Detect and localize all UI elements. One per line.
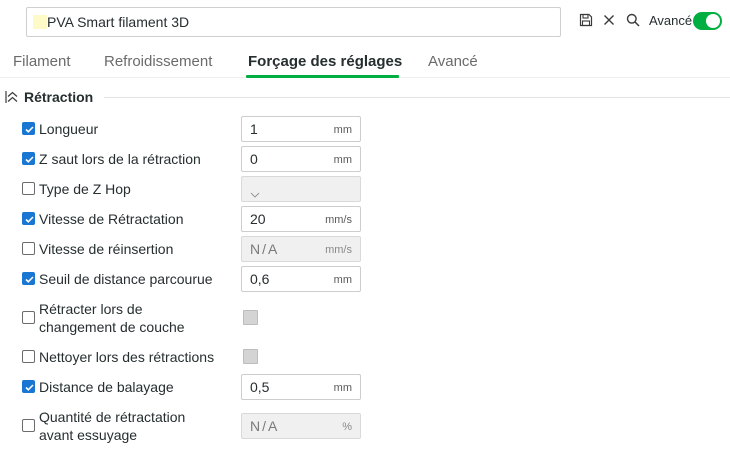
setting-label-line2: avant essuyage: [39, 427, 138, 443]
field-unit: %: [342, 421, 352, 433]
setting-row-z-hop-type: Type de Z Hop: [0, 176, 730, 202]
field-value: 0,5: [250, 379, 270, 395]
advanced-mode-toggle[interactable]: [693, 12, 722, 30]
setting-row-retract-layer-change: Rétracter lors de changement de couche: [0, 299, 730, 337]
setting-row-wipe-distance: Distance de balayage 0,5 mm: [0, 374, 730, 400]
section-retraction: Rétraction: [0, 86, 730, 108]
override-checkbox[interactable]: [22, 380, 35, 393]
collapse-icon[interactable]: [5, 90, 19, 104]
value-checkbox: [243, 310, 258, 325]
setting-row-deretraction-speed: Vitesse de réinsertion N/A mm/s: [0, 236, 730, 262]
active-tab-indicator: [246, 75, 399, 78]
settings-tabs: Filament Refroidissement Forçage des rég…: [0, 48, 730, 78]
z-hop-input[interactable]: 0 mm: [241, 146, 361, 172]
setting-label-line1: Rétracter lors de: [39, 301, 143, 317]
field-unit: mm: [333, 154, 352, 166]
field-value: 0: [250, 151, 258, 167]
override-checkbox[interactable]: [22, 212, 35, 225]
setting-row-travel-threshold: Seuil de distance parcourue 0,6 mm: [0, 266, 730, 292]
override-checkbox[interactable]: [22, 182, 35, 195]
section-divider: [104, 97, 730, 98]
override-checkbox[interactable]: [22, 272, 35, 285]
filament-color-swatch: [33, 15, 47, 29]
field-value: 1: [250, 121, 258, 137]
z-hop-type-select[interactable]: [241, 176, 361, 202]
setting-label-line1: Quantité de rétractation: [39, 409, 186, 425]
toggle-knob: [706, 14, 720, 28]
override-checkbox[interactable]: [22, 311, 35, 324]
setting-label: Type de Z Hop: [39, 181, 131, 197]
setting-label: Vitesse de Rétractation: [39, 211, 184, 227]
close-icon[interactable]: [602, 13, 616, 27]
search-icon[interactable]: [626, 13, 640, 27]
override-checkbox[interactable]: [22, 152, 35, 165]
tab-filament[interactable]: Filament: [13, 53, 71, 70]
field-unit: mm: [333, 274, 352, 286]
tab-setting-overrides[interactable]: Forçage des réglages: [248, 53, 402, 70]
value-checkbox: [243, 349, 258, 364]
preset-name: PVA Smart filament 3D: [47, 14, 190, 30]
field-unit: mm: [333, 124, 352, 136]
field-unit: mm/s: [325, 214, 352, 226]
chevron-down-icon: [250, 185, 260, 203]
setting-row-z-hop: Z saut lors de la rétraction 0 mm: [0, 146, 730, 172]
field-value: 0,6: [250, 271, 270, 287]
length-input[interactable]: 1 mm: [241, 116, 361, 142]
field-value: N/A: [250, 418, 280, 434]
setting-label: Distance de balayage: [39, 379, 174, 395]
setting-label-line2: changement de couche: [39, 319, 185, 335]
override-checkbox[interactable]: [22, 122, 35, 135]
override-checkbox[interactable]: [22, 350, 35, 363]
travel-threshold-input[interactable]: 0,6 mm: [241, 266, 361, 292]
field-unit: mm/s: [325, 244, 352, 256]
setting-row-length: Longueur 1 mm: [0, 116, 730, 142]
wipe-distance-input[interactable]: 0,5 mm: [241, 374, 361, 400]
setting-row-retract-before-wipe: Quantité de rétractation avant essuyage …: [0, 406, 730, 444]
setting-label: Seuil de distance parcourue: [39, 271, 213, 287]
preset-toolbar: PVA Smart filament 3D Avancé: [0, 0, 730, 44]
deretraction-speed-input: N/A mm/s: [241, 236, 361, 262]
advanced-mode-label: Avancé: [649, 13, 693, 28]
field-value: N/A: [250, 241, 280, 257]
field-unit: mm: [333, 382, 352, 394]
setting-row-wipe: Nettoyer lors des rétractions: [0, 344, 730, 370]
tab-cooling[interactable]: Refroidissement: [104, 53, 212, 70]
save-icon[interactable]: [579, 13, 593, 27]
setting-label: Vitesse de réinsertion: [39, 241, 174, 257]
override-checkbox[interactable]: [22, 242, 35, 255]
setting-label: Z saut lors de la rétraction: [39, 151, 201, 167]
override-checkbox[interactable]: [22, 419, 35, 432]
retract-before-wipe-input: N/A %: [241, 413, 361, 439]
tab-advanced[interactable]: Avancé: [428, 53, 478, 70]
setting-label: Nettoyer lors des rétractions: [39, 349, 215, 365]
setting-row-retraction-speed: Vitesse de Rétractation 20 mm/s: [0, 206, 730, 232]
preset-selector[interactable]: PVA Smart filament 3D: [26, 7, 561, 37]
retraction-speed-input[interactable]: 20 mm/s: [241, 206, 361, 232]
field-value: 20: [250, 211, 266, 227]
setting-label: Longueur: [39, 121, 99, 137]
section-title: Rétraction: [24, 89, 94, 105]
